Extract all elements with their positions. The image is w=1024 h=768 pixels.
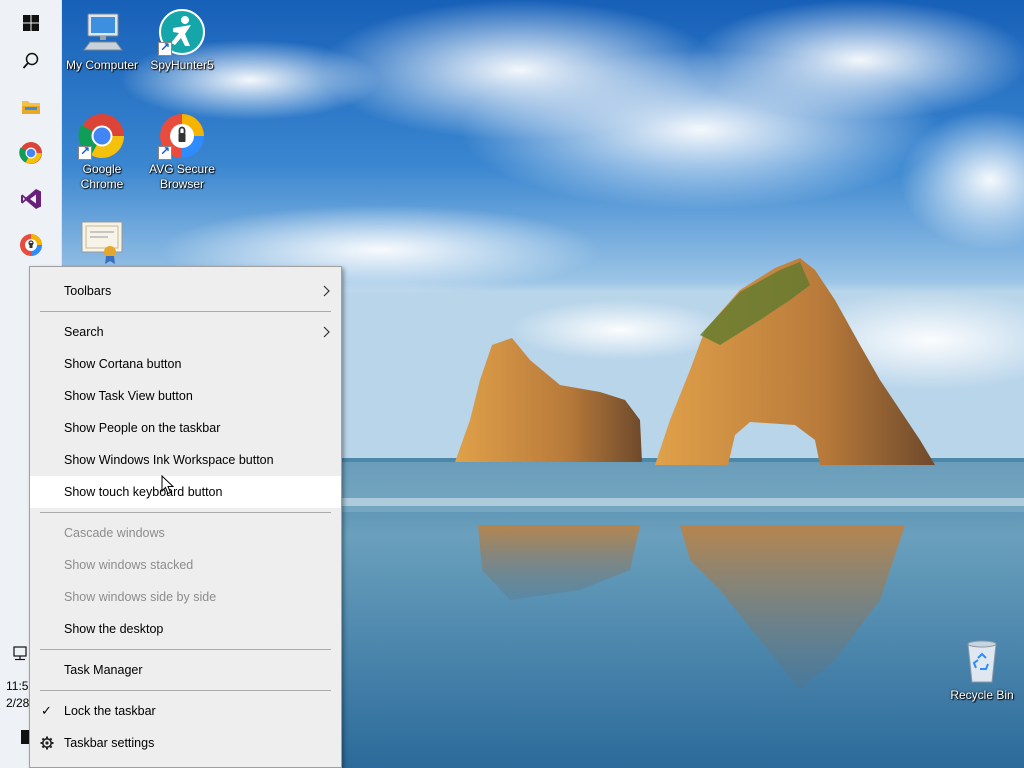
menu-item-label: Show the desktop bbox=[64, 622, 164, 636]
taskbar-visual-studio[interactable] bbox=[0, 176, 62, 222]
menu-item-label: Show People on the taskbar bbox=[64, 421, 221, 435]
mouse-cursor-icon bbox=[161, 475, 174, 495]
computer-icon bbox=[78, 8, 126, 56]
certificate-icon bbox=[78, 218, 126, 266]
recycle-bin-icon bbox=[958, 638, 1006, 686]
menu-item-label: Show Cortana button bbox=[64, 357, 182, 371]
menu-item-show-windows-ink[interactable]: Show Windows Ink Workspace button bbox=[30, 444, 341, 476]
taskbar-search-button[interactable] bbox=[0, 38, 62, 84]
menu-item-label: Show Task View button bbox=[64, 389, 193, 403]
chevron-right-icon bbox=[323, 326, 330, 338]
menu-item-lock-the-taskbar[interactable]: ✓ Lock the taskbar bbox=[30, 695, 341, 727]
avg-browser-icon bbox=[20, 234, 42, 256]
menu-item-toolbars[interactable]: Toolbars bbox=[30, 275, 341, 307]
avg-browser-icon bbox=[158, 112, 206, 160]
desktop-icon-spyhunter[interactable]: SpyHunter5 bbox=[142, 8, 222, 73]
desktop-icon-label: AVG Secure Browser bbox=[149, 162, 215, 191]
taskbar-context-menu: Toolbars Search Show Cortana button Show… bbox=[29, 266, 342, 768]
search-icon bbox=[22, 52, 39, 69]
menu-item-label: Lock the taskbar bbox=[64, 704, 156, 718]
menu-item-label: Task Manager bbox=[64, 663, 143, 677]
menu-item-show-cortana-button[interactable]: Show Cortana button bbox=[30, 348, 341, 380]
menu-item-cascade-windows[interactable]: Cascade windows bbox=[30, 517, 341, 549]
menu-separator bbox=[40, 649, 331, 650]
menu-item-show-touch-keyboard[interactable]: Show touch keyboard button bbox=[30, 476, 341, 508]
spyhunter-icon bbox=[158, 8, 206, 56]
shortcut-arrow-icon bbox=[78, 144, 92, 160]
desktop-icon-google-chrome[interactable]: Google Chrome bbox=[62, 112, 142, 192]
windows-start-icon bbox=[23, 15, 39, 31]
taskbar-chrome[interactable] bbox=[0, 130, 62, 176]
network-icon[interactable] bbox=[12, 646, 30, 662]
menu-item-show-windows-side-by-side[interactable]: Show windows side by side bbox=[30, 581, 341, 613]
desktop-icon-label: My Computer bbox=[65, 58, 139, 72]
menu-item-label: Show touch keyboard button bbox=[64, 485, 223, 499]
chevron-right-icon bbox=[323, 285, 330, 297]
menu-item-show-task-view-button[interactable]: Show Task View button bbox=[30, 380, 341, 412]
menu-separator bbox=[40, 311, 331, 312]
desktop-icon-label: SpyHunter5 bbox=[150, 58, 214, 72]
menu-item-show-people[interactable]: Show People on the taskbar bbox=[30, 412, 341, 444]
menu-item-show-the-desktop[interactable]: Show the desktop bbox=[30, 613, 341, 645]
menu-item-show-windows-stacked[interactable]: Show windows stacked bbox=[30, 549, 341, 581]
gear-icon bbox=[40, 736, 54, 750]
desktop-icon-recycle-bin[interactable]: Recycle Bin bbox=[942, 638, 1022, 703]
shortcut-arrow-icon bbox=[158, 144, 172, 160]
file-explorer-icon bbox=[22, 101, 40, 114]
menu-item-label: Show windows side by side bbox=[64, 590, 217, 604]
menu-item-label: Taskbar settings bbox=[64, 736, 155, 750]
desktop-icon-certificate[interactable] bbox=[62, 218, 142, 268]
menu-item-search[interactable]: Search bbox=[30, 316, 341, 348]
desktop-icon-my-computer[interactable]: My Computer bbox=[62, 8, 142, 73]
desktop-icon-label: Recycle Bin bbox=[950, 688, 1014, 702]
menu-item-label: Show Windows Ink Workspace button bbox=[64, 453, 274, 467]
menu-separator bbox=[40, 512, 331, 513]
menu-item-label: Toolbars bbox=[64, 284, 112, 298]
menu-item-label: Show windows stacked bbox=[64, 558, 194, 572]
chrome-icon bbox=[78, 112, 126, 160]
chrome-icon bbox=[19, 142, 42, 164]
taskbar-file-explorer[interactable] bbox=[0, 84, 62, 130]
checkmark-icon: ✓ bbox=[41, 703, 52, 718]
visual-studio-icon bbox=[21, 189, 41, 209]
menu-item-label: Search bbox=[64, 325, 104, 339]
shortcut-arrow-icon bbox=[158, 40, 172, 56]
menu-item-label: Cascade windows bbox=[64, 526, 165, 540]
menu-item-task-manager[interactable]: Task Manager bbox=[30, 654, 341, 686]
menu-separator bbox=[40, 690, 331, 691]
menu-item-taskbar-settings[interactable]: Taskbar settings bbox=[30, 727, 341, 759]
desktop-icon-label: Google Chrome bbox=[80, 162, 124, 191]
taskbar-avg-browser[interactable] bbox=[0, 222, 62, 268]
desktop-icon-avg-secure-browser[interactable]: AVG Secure Browser bbox=[142, 112, 222, 192]
